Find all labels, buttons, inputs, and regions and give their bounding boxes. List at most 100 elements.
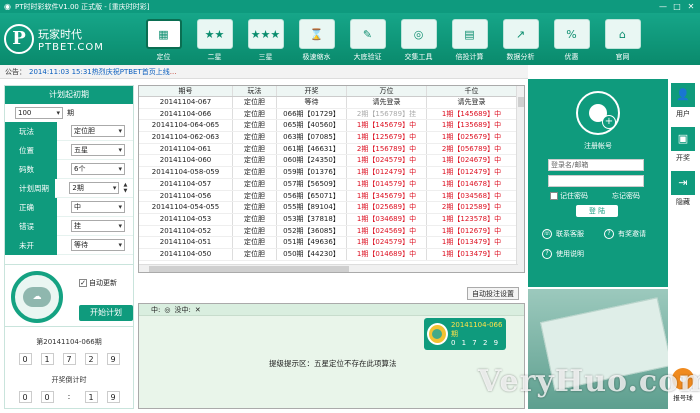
username-input[interactable]: 登录名/邮箱 xyxy=(548,159,644,171)
table-cell-w: 1期【034689】中 xyxy=(347,213,427,225)
tool-erxing[interactable]: ★★ 二星 xyxy=(189,16,240,64)
table-cell-w: 1期【345679】中 xyxy=(347,190,427,202)
table-cell-issue: 20141104-052 xyxy=(139,225,233,237)
table-row[interactable]: 20141104-062-063 定位胆 063期【07085】 1期【125679】… xyxy=(139,132,524,144)
remember-password[interactable]: 记住密码 xyxy=(550,191,588,201)
contact-service-link[interactable]: ☏ 联系客服 xyxy=(542,229,584,239)
notice-message[interactable]: 2014:11:03 15:31热烈庆祝PTBET首页上线 xyxy=(29,67,170,77)
side-buttons: 👤 用户 ▣ 开奖 ⇥ 隐藏 xyxy=(669,83,697,215)
login-panel: + 注册帐号 登录名/邮箱 记住密码 忘记密码 登 陆 ☏ 联系客服 ? 有奖邀请 … xyxy=(528,79,668,287)
help-icon: ? xyxy=(542,249,552,259)
password-input[interactable] xyxy=(548,175,644,187)
table-cell-draw: 050期【44230】 xyxy=(277,248,347,260)
table-row[interactable]: 20141104-051 定位胆 051期【49636】 1期【024579】中 1期【… xyxy=(139,237,524,249)
table-cell-q: 1期【025679】中 xyxy=(427,132,517,143)
watermark: VeryHuo.com xyxy=(478,364,700,399)
maximize-icon[interactable]: □ xyxy=(672,2,682,11)
table-cell-play: 定位胆 xyxy=(233,97,277,108)
table-row[interactable]: 20141104-057 定位胆 057期【56509】 1期【014579】中 1期【… xyxy=(139,178,524,191)
vertical-scrollbar[interactable] xyxy=(516,86,524,272)
cuowu-select[interactable]: 挂 xyxy=(71,220,125,232)
mini-draw-widget[interactable]: 20141104-066期 0 1 7 2 9 xyxy=(424,318,506,350)
zhouqi-select[interactable]: 2期 xyxy=(69,182,120,194)
wanfa-select[interactable]: 定位胆 xyxy=(71,125,125,137)
table-row[interactable]: 20141104-058-059 定位胆 059期【01376】 1期【012479】… xyxy=(139,167,524,179)
zhengque-select[interactable]: 中 xyxy=(71,201,125,213)
user-guide-link[interactable]: ? 使用说明 xyxy=(542,249,584,259)
three-star-icon: ★★★ xyxy=(247,19,284,49)
countdown-digits: 0 0 : 1 9 xyxy=(5,391,133,403)
edit-icon: ✎ xyxy=(349,19,386,49)
table-cell-play: 定位胆 xyxy=(233,132,277,143)
tool-dingwei[interactable]: ▦ 定位 xyxy=(138,16,189,64)
table-cell-q: 1期【034568】中 xyxy=(427,190,517,202)
table-row[interactable]: 20141104-060 定位胆 060期【24350】 1期【024579】中 1期【… xyxy=(139,155,524,168)
table-row[interactable]: 20141104-053 定位胆 053期【37818】 1期【034689】中 1期【… xyxy=(139,213,524,226)
period-select[interactable]: 100 xyxy=(15,107,63,119)
auto-bet-settings-button[interactable]: 自动投注设置 xyxy=(467,287,519,300)
table-header: 期号 玩法 开奖 万位 千位 xyxy=(139,86,524,97)
table-cell-q: 1期【145689】中 xyxy=(427,108,517,120)
remember-checkbox[interactable] xyxy=(550,192,558,200)
table-cell-draw: 065期【40560】 xyxy=(277,120,347,132)
table-cell-draw: 063期【07085】 xyxy=(277,132,347,143)
table-cell-q: 1期【024679】中 xyxy=(427,155,517,167)
close-icon[interactable]: ✕ xyxy=(686,2,696,11)
table-cell-issue: 20141104-061 xyxy=(139,143,233,155)
table-cell-issue: 20141104-060 xyxy=(139,155,233,167)
table-cell-w: 1期【012479】中 xyxy=(347,167,427,178)
issue-label: 第20141104-066期 xyxy=(36,338,102,346)
table-cell-play: 定位胆 xyxy=(233,190,277,202)
draw-icon: ▣ xyxy=(671,127,695,151)
auto-update-toggle[interactable]: ✓ 自动更新 xyxy=(79,278,117,288)
table-row[interactable]: 20141104-066 定位胆 066期【01729】 2期【156789】挂 1期【… xyxy=(139,108,524,121)
table-row[interactable]: 20141104-054-055 定位胆 055期【89104】 1期【025689】… xyxy=(139,202,524,214)
mashu-select[interactable]: 6个 xyxy=(71,163,125,175)
table-row[interactable]: 20141104-067 定位胆 等待 请先登录 请先登录 xyxy=(139,97,524,109)
lottery-ball-icon xyxy=(427,323,448,345)
login-button[interactable]: 登 陆 xyxy=(576,205,618,217)
notice-more[interactable]: ... xyxy=(170,68,177,76)
tool-shuju[interactable]: ↗ 数据分析 xyxy=(495,16,546,64)
discount-icon: % xyxy=(553,19,590,49)
app-icon: ◉ xyxy=(4,2,11,11)
weikai-select[interactable]: 等待 xyxy=(71,239,125,251)
tool-youhui[interactable]: % 优惠 xyxy=(546,16,597,64)
table-cell-issue: 20141104-051 xyxy=(139,237,233,248)
add-user-icon[interactable]: + xyxy=(602,115,616,129)
tool-jiaoji[interactable]: ◎ 交集工具 xyxy=(393,16,444,64)
tool-dadi-yanzheng[interactable]: ✎ 大底验证 xyxy=(342,16,393,64)
side-draw-button[interactable]: ▣ 开奖 xyxy=(669,127,697,169)
logo-mark: P xyxy=(4,24,34,54)
row-cuowu: 错误挂 xyxy=(5,216,133,236)
start-plan-button[interactable]: 开始计划 xyxy=(79,305,133,321)
tool-jisu-suoshui[interactable]: ⌛ 极速缩水 xyxy=(291,16,342,64)
tool-guanwang[interactable]: ⌂ 官网 xyxy=(597,16,648,64)
weizhi-select[interactable]: 五星 xyxy=(71,144,125,156)
auto-update-checkbox[interactable]: ✓ xyxy=(79,279,87,287)
table-row[interactable]: 20141104-064-065 定位胆 065期【40560】 1期【145679】… xyxy=(139,120,524,133)
table-row[interactable]: 20141104-050 定位胆 050期【44230】 1期【014689】中 1期【… xyxy=(139,248,524,261)
invite-reward-link[interactable]: ? 有奖邀请 xyxy=(604,229,646,239)
tool-sanxing[interactable]: ★★★ 三星 xyxy=(240,16,291,64)
tool-beitou[interactable]: ▤ 倍投计算 xyxy=(444,16,495,64)
minimize-icon[interactable]: — xyxy=(658,2,668,11)
plan-table: 期号 玩法 开奖 万位 千位 20141104-067 定位胆 等待 请先登录 请先登录… xyxy=(138,85,525,273)
calculator-icon: ▤ xyxy=(451,19,488,49)
grid-icon: ▦ xyxy=(145,19,182,49)
zhouqi-stepper[interactable]: ▲ ▼ xyxy=(123,182,133,194)
forgot-password-link[interactable]: 忘记密码 xyxy=(612,191,640,201)
row-zhengque: 正确中 xyxy=(5,197,133,217)
table-row[interactable]: 20141104-056 定位胆 056期【65071】 1期【345679】中 1期【… xyxy=(139,190,524,203)
side-user-button[interactable]: 👤 用户 xyxy=(669,83,697,125)
table-cell-q: 1期【135689】中 xyxy=(427,120,517,132)
register-link[interactable]: 注册帐号 xyxy=(528,141,668,151)
table-cell-q: 1期【013479】中 xyxy=(427,248,517,260)
table-cell-draw: 059期【01376】 xyxy=(277,167,347,178)
result-panel: 中: ◎ 没中: ✕ 提级提示区：五星定位不存在此项算法 20141104-06… xyxy=(138,303,525,409)
side-hide-button[interactable]: ⇥ 隐藏 xyxy=(669,171,697,213)
title-bar: ◉ PT时时彩软件V1.00 正式版 - [重庆时时彩] — □ ✕ xyxy=(0,0,700,13)
horizontal-scrollbar[interactable] xyxy=(139,264,518,272)
table-row[interactable]: 20141104-052 定位胆 052期【36085】 1期【024569】中 1期【… xyxy=(139,225,524,238)
table-row[interactable]: 20141104-061 定位胆 061期【46631】 2期【156789】中 2期【… xyxy=(139,143,524,156)
